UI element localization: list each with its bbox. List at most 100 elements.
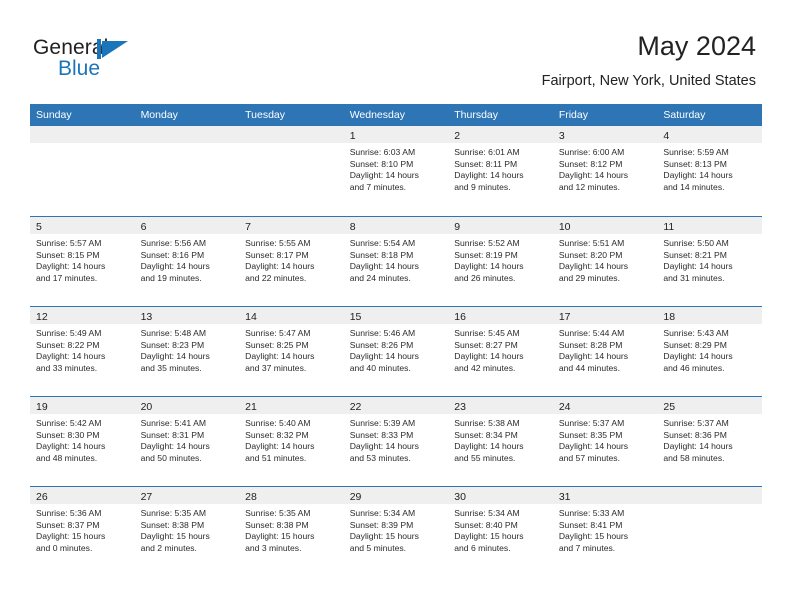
day-detail-line: and 22 minutes. bbox=[245, 272, 307, 283]
calendar-cell-day-12[interactable]: 12 Sunrise: 5:49 AM Sunset: 8:22 PM Dayligh… bbox=[30, 307, 135, 395]
day-details: Sunrise: 5:56 AM Sunset: 8:16 PM Daylight:… bbox=[135, 234, 240, 284]
day-number: 8 bbox=[349, 221, 356, 233]
day-detail-line: Sunset: 8:17 PM bbox=[245, 249, 309, 260]
day-detail-line: Sunrise: 6:01 AM bbox=[454, 147, 520, 157]
day-number-band: 23 bbox=[448, 397, 553, 414]
day-detail-line: and 48 minutes. bbox=[36, 452, 98, 463]
day-detail-line: Daylight: 15 hours bbox=[558, 531, 629, 542]
day-detail-line: Sunrise: 5:38 AM bbox=[454, 418, 520, 428]
day-number: 29 bbox=[349, 491, 362, 503]
calendar-cell-day-7[interactable]: 7 Sunrise: 5:55 AM Sunset: 8:17 PM Daylight… bbox=[239, 217, 344, 305]
title-block: May 2024 Fairport, New York, United Stat… bbox=[542, 30, 756, 91]
day-detail-line: Sunset: 8:19 PM bbox=[454, 249, 518, 260]
day-number: 12 bbox=[36, 311, 48, 323]
calendar-cell-day-3[interactable]: 3 Sunrise: 6:00 AM Sunset: 8:12 PM Daylight… bbox=[552, 126, 658, 214]
calendar-cell-day-22[interactable]: 22 Sunrise: 5:39 AM Sunset: 8:33 PM Dayligh… bbox=[343, 397, 449, 485]
calendar-cell-day-1[interactable]: 1 Sunrise: 6:03 AM Sunset: 8:10 PM Daylight… bbox=[343, 126, 449, 214]
day-detail-line: Sunrise: 5:39 AM bbox=[349, 418, 416, 428]
general-blue-logo[interactable]: General Blue bbox=[33, 36, 213, 84]
day-detail-line: and 29 minutes. bbox=[558, 272, 620, 283]
calendar-cell-day-10[interactable]: 10 Sunrise: 5:51 AM Sunset: 8:20 PM Dayligh… bbox=[552, 217, 658, 305]
day-details bbox=[239, 143, 344, 147]
day-detail-line: and 7 minutes. bbox=[349, 181, 407, 192]
day-details: Sunrise: 5:44 AM Sunset: 8:28 PM Daylight:… bbox=[553, 324, 658, 374]
day-detail-line: Sunrise: 5:44 AM bbox=[558, 328, 625, 338]
day-detail-line: Sunset: 8:20 PM bbox=[558, 249, 623, 260]
day-number-band: 21 bbox=[239, 397, 344, 414]
calendar-cell-day-21[interactable]: 21 Sunrise: 5:40 AM Sunset: 8:32 PM Dayligh… bbox=[239, 397, 344, 485]
day-details: Sunrise: 5:52 AM Sunset: 8:19 PM Daylight:… bbox=[448, 234, 553, 284]
day-number-band: 27 bbox=[134, 487, 240, 504]
day-number: 26 bbox=[36, 491, 48, 503]
day-details: Sunrise: 5:35 AM Sunset: 8:38 PM Daylight:… bbox=[239, 504, 344, 554]
day-number: 21 bbox=[245, 401, 257, 413]
calendar-cell-day-27[interactable]: 27 Sunrise: 5:35 AM Sunset: 8:38 PM Dayligh… bbox=[134, 487, 240, 575]
day-detail-line: Daylight: 14 hours bbox=[454, 170, 524, 181]
calendar-cell-day-5[interactable]: 5 Sunrise: 5:57 AM Sunset: 8:15 PM Daylight… bbox=[30, 217, 135, 305]
calendar-cell-day-2[interactable]: 2 Sunrise: 6:01 AM Sunset: 8:11 PM Daylight… bbox=[448, 126, 553, 214]
calendar-cell-day-14[interactable]: 14 Sunrise: 5:47 AM Sunset: 8:25 PM Dayligh… bbox=[239, 307, 344, 395]
calendar-cell-day-9[interactable]: 9 Sunrise: 5:52 AM Sunset: 8:19 PM Daylight… bbox=[448, 217, 553, 305]
day-number: 18 bbox=[663, 311, 676, 323]
day-detail-line: Daylight: 14 hours bbox=[36, 441, 106, 452]
day-detail-line: Sunset: 8:32 PM bbox=[245, 429, 309, 440]
page-title: May 2024 bbox=[637, 31, 756, 61]
day-detail-line: Sunrise: 5:35 AM bbox=[140, 508, 207, 518]
calendar-cell-day-20[interactable]: 20 Sunrise: 5:41 AM Sunset: 8:31 PM Dayligh… bbox=[134, 397, 240, 485]
calendar-cell-day-24[interactable]: 24 Sunrise: 5:37 AM Sunset: 8:35 PM Dayligh… bbox=[552, 397, 658, 485]
calendar-cell-day-15[interactable]: 15 Sunrise: 5:46 AM Sunset: 8:26 PM Dayligh… bbox=[343, 307, 449, 395]
calendar-cell-day-11[interactable]: 11 Sunrise: 5:50 AM Sunset: 8:21 PM Dayligh… bbox=[657, 217, 762, 305]
calendar-cell-day-8[interactable]: 8 Sunrise: 5:54 AM Sunset: 8:18 PM Daylight… bbox=[343, 217, 449, 305]
day-detail-line: Sunrise: 5:42 AM bbox=[36, 418, 102, 428]
day-detail-line: Sunrise: 5:57 AM bbox=[36, 238, 102, 248]
calendar-cell-day-26[interactable]: 26 Sunrise: 5:36 AM Sunset: 8:37 PM Dayligh… bbox=[30, 487, 135, 575]
calendar-cell-empty bbox=[30, 126, 135, 214]
calendar-cell-day-6[interactable]: 6 Sunrise: 5:56 AM Sunset: 8:16 PM Daylight… bbox=[134, 217, 240, 305]
day-detail-line: Daylight: 14 hours bbox=[663, 261, 733, 272]
calendar-cell-day-25[interactable]: 25 Sunrise: 5:37 AM Sunset: 8:36 PM Dayligh… bbox=[657, 397, 762, 485]
calendar-cell-day-28[interactable]: 28 Sunrise: 5:35 AM Sunset: 8:38 PM Dayligh… bbox=[239, 487, 344, 575]
day-detail-line: Daylight: 14 hours bbox=[349, 170, 419, 181]
day-detail-line: Sunset: 8:10 PM bbox=[349, 158, 414, 169]
day-number: 23 bbox=[454, 401, 466, 413]
day-detail-line: and 0 minutes. bbox=[36, 542, 93, 553]
day-details bbox=[135, 143, 240, 147]
calendar-cell-day-18[interactable]: 18 Sunrise: 5:43 AM Sunset: 8:29 PM Dayligh… bbox=[657, 307, 762, 395]
day-details: Sunrise: 6:01 AM Sunset: 8:11 PM Daylight:… bbox=[448, 143, 553, 193]
day-detail-line: and 5 minutes. bbox=[349, 542, 407, 553]
calendar-cell-day-29[interactable]: 29 Sunrise: 5:34 AM Sunset: 8:39 PM Dayligh… bbox=[343, 487, 449, 575]
day-number-band: 10 bbox=[552, 217, 658, 234]
calendar-cell-day-30[interactable]: 30 Sunrise: 5:34 AM Sunset: 8:40 PM Dayligh… bbox=[448, 487, 553, 575]
day-detail-line: Sunrise: 5:56 AM bbox=[140, 238, 207, 248]
day-detail-line: Sunrise: 5:52 AM bbox=[454, 238, 520, 248]
day-number-band: 8 bbox=[343, 217, 449, 234]
day-detail-line: Sunset: 8:41 PM bbox=[558, 519, 623, 530]
day-detail-line: Sunrise: 5:47 AM bbox=[245, 328, 311, 338]
day-detail-line: Sunrise: 5:34 AM bbox=[349, 508, 416, 518]
day-number: 9 bbox=[454, 221, 461, 233]
day-detail-line: Sunset: 8:16 PM bbox=[140, 249, 205, 260]
calendar-cell-day-17[interactable]: 17 Sunrise: 5:44 AM Sunset: 8:28 PM Dayligh… bbox=[552, 307, 658, 395]
day-details: Sunrise: 5:59 AM Sunset: 8:13 PM Daylight:… bbox=[657, 143, 762, 193]
day-detail-line: Sunset: 8:12 PM bbox=[558, 158, 623, 169]
calendar-cell-day-4[interactable]: 4 Sunrise: 5:59 AM Sunset: 8:13 PM Daylight… bbox=[657, 126, 762, 214]
day-details: Sunrise: 5:57 AM Sunset: 8:15 PM Daylight:… bbox=[30, 234, 135, 284]
calendar-cell-empty bbox=[239, 126, 344, 214]
weekday-header-monday: Monday bbox=[140, 109, 178, 121]
calendar-cell-day-13[interactable]: 13 Sunrise: 5:48 AM Sunset: 8:23 PM Dayligh… bbox=[134, 307, 240, 395]
calendar-cell-day-16[interactable]: 16 Sunrise: 5:45 AM Sunset: 8:27 PM Dayligh… bbox=[448, 307, 553, 395]
calendar-cell-day-31[interactable]: 31 Sunrise: 5:33 AM Sunset: 8:41 PM Dayligh… bbox=[552, 487, 658, 575]
calendar-cell-day-23[interactable]: 23 Sunrise: 5:38 AM Sunset: 8:34 PM Dayligh… bbox=[448, 397, 553, 485]
day-details: Sunrise: 5:39 AM Sunset: 8:33 PM Daylight:… bbox=[344, 414, 449, 464]
day-number-band: 13 bbox=[134, 307, 240, 324]
day-details: Sunrise: 5:35 AM Sunset: 8:38 PM Daylight:… bbox=[135, 504, 240, 554]
day-detail-line: Sunrise: 5:49 AM bbox=[36, 328, 102, 338]
day-detail-line: Daylight: 14 hours bbox=[454, 351, 524, 362]
weekday-header-sunday: Sunday bbox=[36, 109, 72, 121]
day-detail-line: and 40 minutes. bbox=[349, 362, 411, 373]
day-detail-line: Sunrise: 5:54 AM bbox=[349, 238, 416, 248]
calendar-cell-day-19[interactable]: 19 Sunrise: 5:42 AM Sunset: 8:30 PM Dayligh… bbox=[30, 397, 135, 485]
day-detail-line: and 17 minutes. bbox=[36, 272, 98, 283]
day-detail-line: Daylight: 14 hours bbox=[558, 170, 629, 181]
day-detail-line: Sunrise: 6:00 AM bbox=[558, 147, 625, 157]
